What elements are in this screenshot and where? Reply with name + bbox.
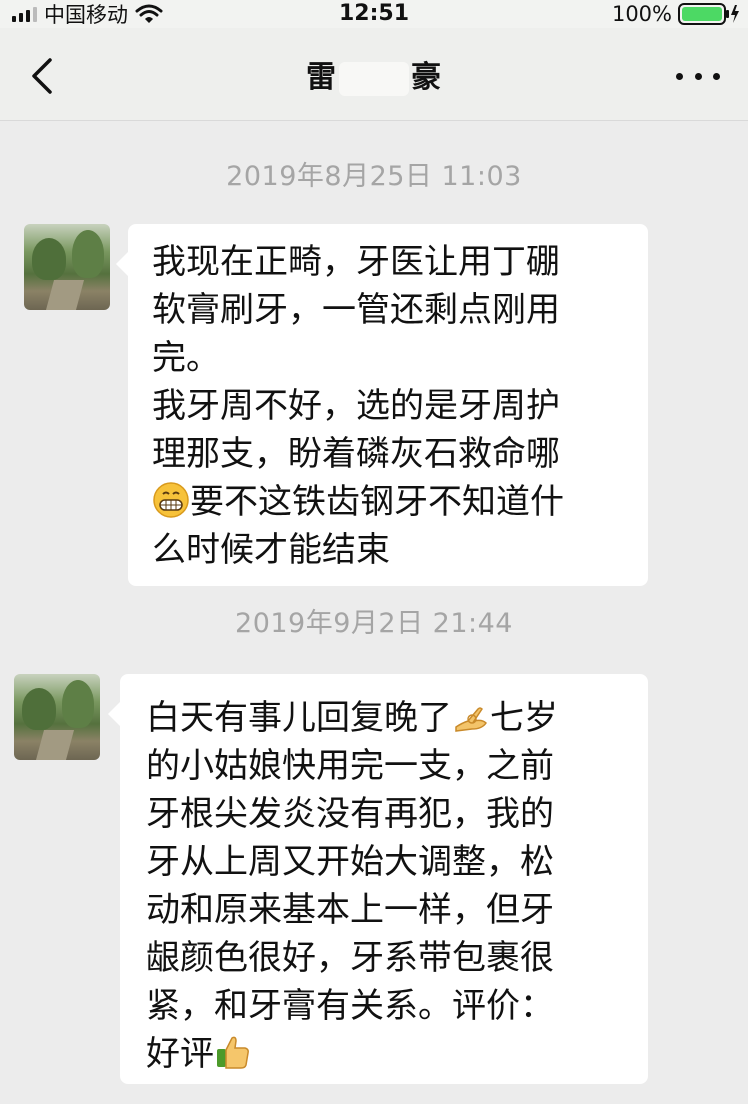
message-text: 七岁 — [490, 698, 558, 738]
message-line: 理那支，盼着磷灰石救命哪 — [152, 434, 560, 474]
dot-icon — [713, 72, 720, 80]
status-bar: 中国移动 12:51 100% — [0, 0, 748, 28]
message-text: 要不这铁齿钢牙不知道什 — [190, 482, 564, 522]
battery-icon — [678, 3, 739, 25]
contact-avatar[interactable] — [14, 674, 100, 760]
message-line: 完。 — [152, 338, 220, 378]
dot-icon — [694, 72, 702, 80]
message-line: 软膏刷牙，一管还剩点刚用 — [152, 290, 560, 330]
message-line: 我牙周不好，选的是牙周护 — [152, 386, 560, 426]
message-line: 么时候才能结束 — [152, 530, 390, 570]
chat-header: 雷豪 — [0, 28, 748, 121]
message-bubble[interactable]: 白天有事儿回复晚了 七岁 的小姑娘快用完一支，之前 牙根尖发炎没有再犯，我的 牙… — [108, 674, 648, 1084]
thumbs-up-icon — [217, 1036, 249, 1069]
message-bubble[interactable]: 我现在正畸，牙医让用丁硼 软膏刷牙，一管还剩点刚用 完。 我牙周不好，选的是牙周… — [116, 224, 648, 586]
message-timestamp: 2019年9月2日 21:44 — [235, 608, 513, 639]
status-right: 100% — [612, 0, 740, 28]
grinning-face-icon — [153, 482, 189, 518]
ok-hand-icon — [455, 707, 487, 732]
message-line: 好评 — [146, 1030, 648, 1078]
dot-icon — [676, 72, 683, 80]
message-text: 好评 — [146, 1034, 214, 1074]
message-line: 我现在正畸，牙医让用丁硼 — [152, 242, 560, 282]
more-options-button[interactable] — [676, 70, 720, 82]
message-line: 牙从上周又开始大调整，松 — [146, 842, 554, 882]
contact-avatar[interactable] — [24, 224, 110, 310]
message-line: 牙根尖发炎没有再犯，我的 — [146, 794, 554, 834]
redacted-name-block — [339, 61, 409, 96]
message-line: 要不这铁齿钢牙不知道什 — [152, 478, 648, 526]
battery-percent: 100% — [611, 2, 672, 26]
message-text: 白天有事儿回复晚了 — [146, 698, 452, 738]
message-line: 动和原来基本上一样，但牙 — [146, 890, 554, 930]
message-line: 的小姑娘快用完一支，之前 — [146, 746, 554, 786]
message-line: 白天有事儿回复晚了 七岁 — [146, 694, 648, 742]
chat-title: 雷豪 — [0, 52, 748, 96]
chat-title-right: 豪 — [411, 60, 442, 95]
chat-title-left: 雷 — [306, 60, 337, 95]
message-timestamp: 2019年8月25日 11:03 — [226, 161, 522, 192]
message-line: 紧，和牙膏有关系。评价： — [146, 986, 554, 1026]
message-line: 龈颜色很好，牙系带包裹很 — [146, 938, 554, 978]
